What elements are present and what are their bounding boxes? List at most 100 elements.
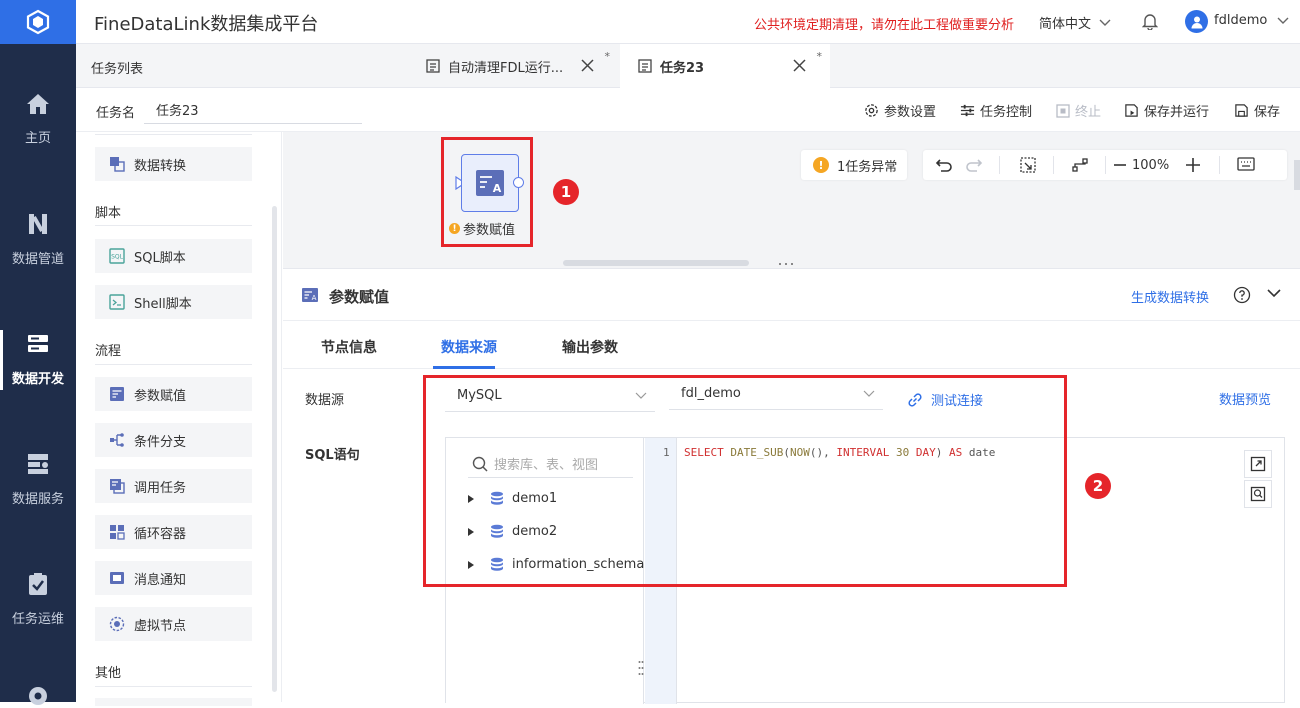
tab-label: 自动清理FDL运行...: [448, 60, 564, 76]
bell-icon: [1142, 14, 1158, 30]
close-icon[interactable]: [793, 59, 806, 72]
node-label: 循环容器: [134, 526, 187, 542]
chevron-down-icon[interactable]: [1267, 288, 1281, 298]
task-list-link[interactable]: 任务列表: [91, 58, 143, 77]
call-task-icon: [110, 479, 125, 494]
nav-item-pipeline[interactable]: 数据管道: [0, 194, 76, 284]
node-sql-script[interactable]: SQL SQL脚本: [95, 239, 252, 273]
terminal-icon: [109, 294, 125, 310]
expand-icon: [1250, 456, 1266, 472]
node-label: 参数赋值: [134, 388, 187, 404]
data-preview-link[interactable]: 数据预览: [1219, 389, 1271, 408]
home-icon: [27, 93, 49, 114]
canvas-scrollbar[interactable]: [563, 260, 749, 266]
save-run-icon: [1125, 104, 1138, 117]
node-virtual[interactable]: 虚拟节点: [95, 607, 252, 641]
button-label: 保存: [1254, 105, 1281, 120]
zoom-out-icon[interactable]: [1113, 163, 1127, 167]
node-param-assign[interactable]: 参数赋值: [95, 377, 252, 411]
app-logo[interactable]: [0, 0, 76, 44]
sliders-icon: [960, 104, 975, 117]
anomaly-label: 1任务异常: [837, 159, 898, 175]
nav-item-service[interactable]: 数据服务: [0, 434, 76, 524]
save-button[interactable]: 保存: [1234, 101, 1280, 120]
user-icon: [1191, 16, 1202, 28]
nav-item-home[interactable]: 主页: [0, 74, 76, 164]
language-selector[interactable]: 简体中文: [1039, 13, 1111, 32]
node-message-notify[interactable]: 消息通知: [95, 561, 252, 595]
panel-scrollbar[interactable]: [272, 206, 277, 692]
username-label: fdldemo: [1214, 13, 1268, 28]
node-label: Shell脚本: [134, 296, 192, 312]
save-and-run-button[interactable]: 保存并运行: [1124, 101, 1209, 120]
gear-icon: [865, 104, 878, 117]
config-header: A 参数赋值 生成数据转换: [283, 269, 1300, 321]
notification-button[interactable]: [1142, 12, 1158, 30]
divider: [1219, 156, 1220, 174]
nav-item-dev[interactable]: 数据开发: [0, 314, 76, 404]
ops-icon: [29, 572, 47, 595]
terminate-button[interactable]: 终止: [1056, 101, 1101, 120]
param-assign-icon: [110, 387, 124, 401]
user-avatar[interactable]: [1185, 10, 1208, 33]
tab-task23[interactable]: 任务23 *: [620, 44, 830, 88]
side-scroll-tab[interactable]: [1294, 160, 1300, 190]
node-label: 调用任务: [134, 480, 187, 496]
message-icon: [110, 572, 124, 584]
task-anomaly-button[interactable]: ! 1任务异常: [801, 150, 907, 180]
node-label: 数据转换: [134, 158, 187, 174]
service-icon: [28, 453, 48, 474]
user-menu[interactable]: fdldemo: [1214, 13, 1289, 28]
expand-editor-button[interactable]: [1244, 450, 1272, 478]
sql-icon: SQL: [109, 248, 125, 264]
branch-icon: [110, 433, 124, 447]
node-config-panel: A 参数赋值 生成数据转换 节点信息 数据来源 输出参数 数据源 MySQL f…: [283, 268, 1300, 704]
canvas-controls: 100%: [923, 150, 1287, 180]
generate-convert-link[interactable]: 生成数据转换: [1131, 287, 1209, 306]
undo-icon[interactable]: [935, 157, 953, 173]
nav-item-label: 数据服务: [11, 491, 64, 507]
nav-item-label: 数据开发: [11, 371, 64, 387]
divider: [95, 225, 252, 226]
chevron-down-icon: [1099, 19, 1111, 26]
redo-icon[interactable]: [965, 157, 983, 173]
tab-node-info[interactable]: 节点信息: [321, 337, 377, 357]
nav-item-ops[interactable]: 任务运维: [0, 554, 76, 644]
keyboard-icon[interactable]: [1237, 157, 1255, 171]
node-shell-script[interactable]: Shell脚本: [95, 285, 252, 319]
node-call-task[interactable]: 调用任务: [95, 469, 252, 503]
divider: [1105, 156, 1106, 174]
settings-icon[interactable]: [26, 684, 50, 708]
left-navigation: 主页 数据管道 数据开发 数据服务 任务运维: [0, 0, 76, 705]
svg-text:SQL: SQL: [111, 254, 124, 261]
node-condition-branch[interactable]: 条件分支: [95, 423, 252, 457]
fit-view-icon[interactable]: [1019, 157, 1037, 173]
nav-item-label: 主页: [24, 130, 51, 146]
resize-handle-icon[interactable]: [638, 660, 644, 676]
divider: [95, 686, 252, 687]
active-tab-underline: [433, 366, 495, 369]
transform-icon: [110, 157, 125, 172]
node-partial: [95, 698, 252, 706]
node-data-transform[interactable]: 数据转换: [95, 147, 252, 181]
dev-icon: [28, 334, 48, 352]
tab-auto-clean[interactable]: 自动清理FDL运行... *: [408, 44, 618, 88]
environment-notice: 公共环境定期清理，请勿在此工程做重要分析: [754, 18, 1015, 33]
help-icon[interactable]: [1233, 286, 1251, 304]
close-icon[interactable]: [581, 59, 594, 72]
task-control-button[interactable]: 任务控制: [960, 101, 1032, 120]
node-loop-container[interactable]: 循环容器: [95, 515, 252, 549]
node-label: SQL脚本: [134, 250, 186, 266]
auto-layout-icon[interactable]: [1071, 157, 1089, 173]
pipeline-icon: [29, 213, 47, 234]
zoom-in-icon[interactable]: [1185, 157, 1201, 173]
sql-label: SQL语句: [305, 448, 360, 463]
divider: [1053, 156, 1054, 174]
tab-output-params[interactable]: 输出参数: [562, 337, 618, 357]
param-settings-button[interactable]: 参数设置: [864, 101, 936, 120]
step-badge-2: 2: [1085, 473, 1111, 499]
preview-result-button[interactable]: [1244, 480, 1272, 508]
task-name-input[interactable]: [144, 96, 362, 124]
tab-data-source[interactable]: 数据来源: [441, 337, 497, 357]
flow-canvas[interactable]: A ! 参数赋值 1 ! 1任务异常 100%: [283, 132, 1300, 270]
